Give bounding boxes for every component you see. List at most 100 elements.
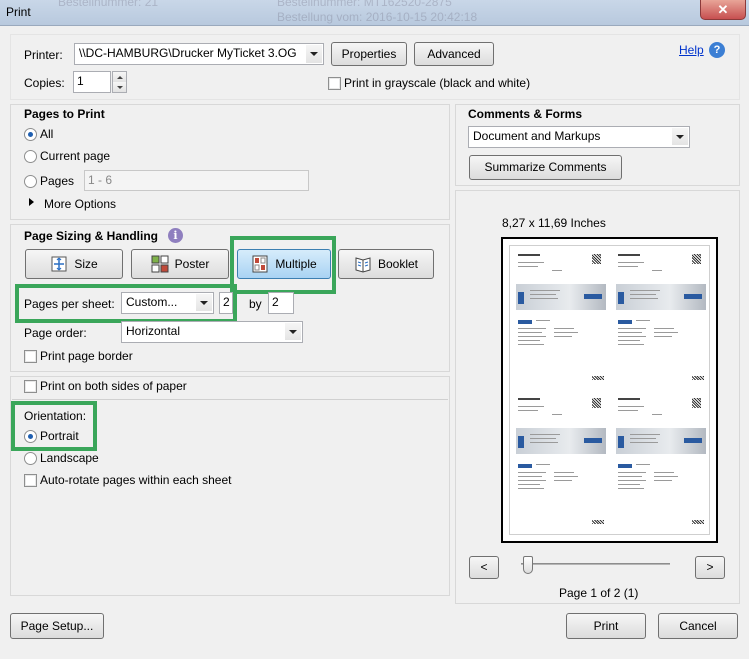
printer-select[interactable]: \\DC-HAMBURG\Drucker MyTicket 3.OG bbox=[74, 43, 324, 65]
cancel-button[interactable]: Cancel bbox=[658, 613, 738, 639]
thumbnail-mark bbox=[592, 254, 601, 264]
window-title: Print bbox=[6, 5, 31, 19]
thumbnail-mark bbox=[584, 438, 602, 443]
thumbnail-mark bbox=[652, 414, 662, 415]
chevron-down-icon bbox=[672, 128, 688, 145]
grayscale-checkbox[interactable] bbox=[328, 77, 341, 90]
landscape-radio[interactable] bbox=[24, 452, 37, 465]
properties-button[interactable]: Properties bbox=[331, 42, 407, 66]
close-button[interactable]: ✕ bbox=[700, 0, 746, 20]
size-button[interactable]: Size bbox=[25, 249, 123, 279]
page-indicator: Page 1 of 2 (1) bbox=[559, 586, 639, 600]
thumbnail-mark bbox=[618, 488, 644, 489]
info-icon[interactable]: i bbox=[168, 228, 183, 243]
next-page-button[interactable]: > bbox=[695, 556, 725, 579]
highlight-box bbox=[11, 401, 97, 451]
pages-range-label: Pages bbox=[40, 174, 75, 188]
thumbnail-mark bbox=[618, 320, 632, 324]
page-slider-track[interactable] bbox=[521, 563, 670, 565]
stepper-up-icon[interactable] bbox=[113, 72, 126, 82]
thumbnail-mark bbox=[618, 262, 644, 263]
thumbnail-mark bbox=[618, 340, 640, 341]
page-setup-button[interactable]: Page Setup... bbox=[10, 613, 104, 639]
preview-page-thumbnail bbox=[512, 392, 608, 532]
thumbnail-mark bbox=[518, 262, 544, 263]
size-icon bbox=[51, 256, 67, 272]
thumbnail-mark bbox=[518, 472, 546, 473]
thumbnail-mark bbox=[618, 292, 624, 304]
thumbnail-mark bbox=[618, 484, 640, 485]
current-page-radio[interactable] bbox=[24, 150, 37, 163]
thumbnail-mark bbox=[618, 336, 646, 337]
rows-input[interactable]: 2 bbox=[268, 292, 294, 314]
thumbnail-mark bbox=[518, 292, 524, 304]
thumbnail-mark bbox=[684, 438, 702, 443]
thumbnail-mark bbox=[618, 406, 644, 407]
stepper-down-icon[interactable] bbox=[113, 82, 126, 92]
highlight-box bbox=[230, 236, 336, 294]
page-border-label: Print page border bbox=[40, 349, 133, 363]
thumbnail-mark bbox=[618, 266, 638, 267]
copies-input[interactable]: 1 bbox=[73, 71, 111, 93]
thumbnail-mark bbox=[518, 464, 532, 468]
printer-select-value: \\DC-HAMBURG\Drucker MyTicket 3.OG bbox=[79, 46, 297, 60]
thumbnail-mark bbox=[618, 464, 632, 468]
thumbnail-mark bbox=[618, 410, 638, 411]
thumbnail-mark bbox=[618, 398, 640, 400]
poster-button-label: Poster bbox=[174, 257, 210, 271]
pages-to-print-title: Pages to Print bbox=[24, 107, 105, 121]
page-slider-thumb[interactable] bbox=[523, 556, 533, 574]
thumbnail-mark bbox=[530, 294, 556, 295]
poster-button[interactable]: Poster bbox=[131, 249, 229, 279]
thumbnail-mark bbox=[518, 406, 544, 407]
all-pages-radio[interactable] bbox=[24, 128, 37, 141]
page-sizing-title: Page Sizing & Handling bbox=[24, 229, 159, 243]
more-options-link[interactable]: More Options bbox=[44, 197, 116, 211]
thumbnail-mark bbox=[618, 344, 644, 345]
help-link[interactable]: Help bbox=[679, 43, 704, 57]
thumbnail-mark bbox=[618, 328, 646, 329]
pages-range-radio[interactable] bbox=[24, 175, 37, 188]
printer-label: Printer: bbox=[24, 48, 63, 62]
print-button[interactable]: Print bbox=[566, 613, 646, 639]
thumbnail-mark bbox=[518, 476, 542, 477]
copies-stepper[interactable] bbox=[112, 71, 127, 93]
thumbnail-mark bbox=[554, 476, 578, 477]
comments-select[interactable]: Document and Markups bbox=[468, 126, 690, 148]
thumbnail-mark bbox=[530, 290, 560, 291]
both-sides-label: Print on both sides of paper bbox=[40, 379, 187, 393]
thumbnail-mark bbox=[652, 270, 662, 271]
advanced-button[interactable]: Advanced bbox=[414, 42, 494, 66]
thumbnail-mark bbox=[692, 254, 701, 264]
current-page-label: Current page bbox=[40, 149, 111, 163]
thumbnail-mark bbox=[684, 294, 702, 299]
both-sides-checkbox[interactable] bbox=[24, 380, 37, 393]
thumbnail-mark bbox=[530, 442, 558, 443]
thumbnail-mark bbox=[518, 436, 524, 448]
thumbnail-mark bbox=[630, 294, 656, 295]
thumbnail-mark bbox=[518, 480, 546, 481]
thumbnail-mark bbox=[518, 336, 546, 337]
page-order-select[interactable]: Horizontal bbox=[121, 321, 303, 343]
pages-range-input[interactable]: 1 - 6 bbox=[84, 170, 309, 191]
autorotate-checkbox[interactable] bbox=[24, 474, 37, 487]
chevron-down-icon bbox=[306, 45, 322, 63]
page-order-value: Horizontal bbox=[126, 324, 181, 338]
autorotate-label: Auto-rotate pages within each sheet bbox=[40, 473, 232, 487]
expand-arrow-icon[interactable] bbox=[29, 198, 34, 206]
page-border-checkbox[interactable] bbox=[24, 350, 37, 363]
thumbnail-mark bbox=[518, 328, 546, 329]
thumbnail-mark bbox=[618, 476, 642, 477]
help-icon[interactable]: ? bbox=[709, 42, 725, 58]
background-ghost-text: Bestellnummer: MT162520-2875 bbox=[277, 0, 452, 9]
booklet-button[interactable]: Booklet bbox=[338, 249, 434, 279]
comments-title: Comments & Forms bbox=[468, 107, 583, 121]
thumbnail-mark bbox=[518, 254, 540, 256]
thumbnail-mark bbox=[518, 340, 540, 341]
preview-sheet bbox=[509, 245, 710, 535]
preview-page-thumbnail bbox=[612, 392, 708, 532]
landscape-label: Landscape bbox=[40, 451, 99, 465]
prev-page-button[interactable]: < bbox=[469, 556, 499, 579]
thumbnail-mark bbox=[692, 520, 704, 524]
summarize-comments-button[interactable]: Summarize Comments bbox=[469, 155, 622, 180]
